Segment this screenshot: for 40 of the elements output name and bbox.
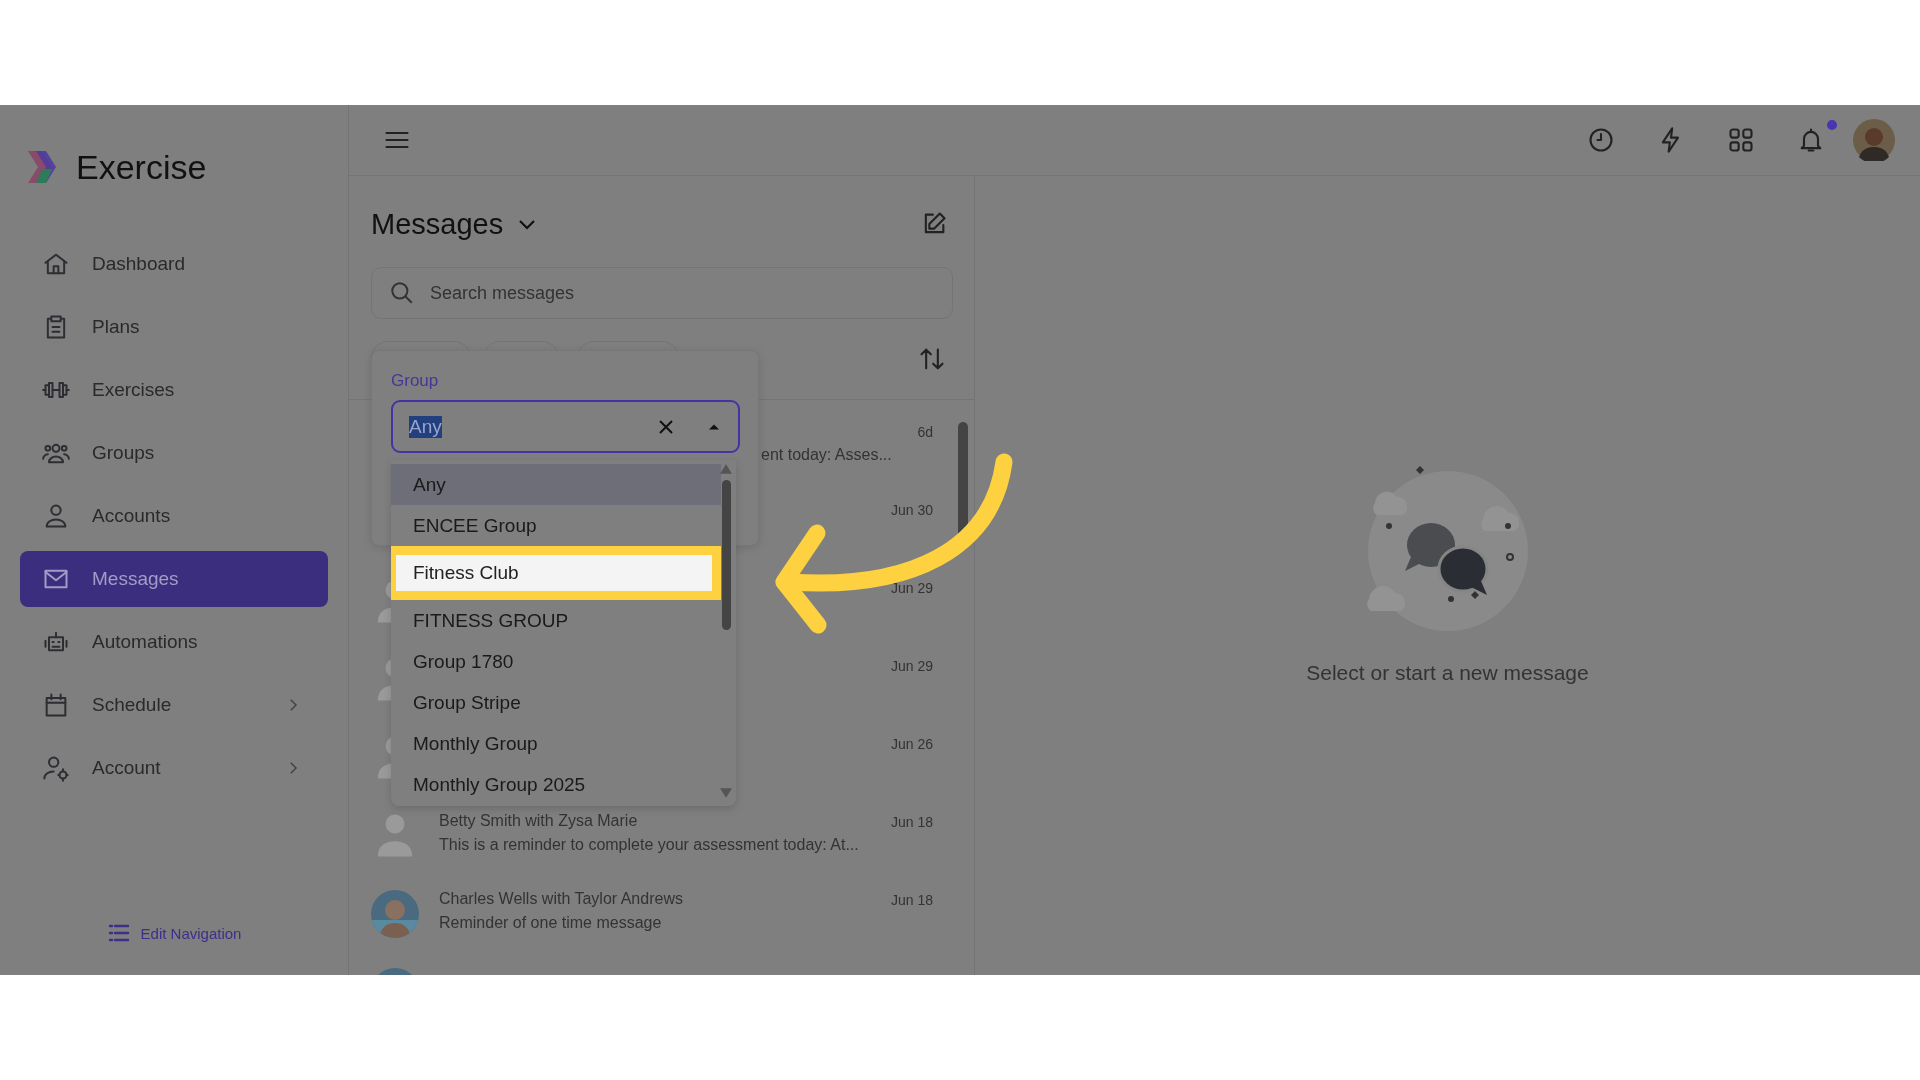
messages-title-dropdown[interactable]: Messages: [371, 207, 540, 241]
search-icon: [389, 280, 415, 306]
nav-item[interactable]: Schedule: [20, 677, 328, 733]
message-date: Jun 30: [890, 501, 933, 520]
search-field[interactable]: Search messages: [371, 267, 953, 319]
edit-navigation-link[interactable]: Edit Navigation: [106, 921, 242, 945]
nav-item[interactable]: Groups: [20, 425, 328, 481]
message-date: Jun 29: [890, 657, 933, 676]
dropdown-option[interactable]: Group 1780: [391, 641, 721, 682]
app-name: Exercise: [76, 147, 207, 187]
grid-icon[interactable]: [1727, 126, 1755, 154]
clock-icon[interactable]: [1587, 126, 1615, 154]
group-select-field[interactable]: Any: [391, 400, 740, 453]
nav-item[interactable]: Account: [20, 740, 328, 796]
message-date: Jun 18: [890, 891, 933, 910]
empty-state-text: Select or start a new message: [1306, 661, 1589, 685]
dropdown-option[interactable]: FITNESS GROUP: [391, 600, 721, 641]
dropdown-option[interactable]: Group Stripe: [391, 682, 721, 723]
message-date: Jun 29: [890, 579, 933, 598]
message-preview: ent today: Asses...: [761, 446, 893, 464]
nav-item[interactable]: Automations: [20, 614, 328, 670]
nav-item[interactable]: Messages: [20, 551, 328, 607]
dropdown-option[interactable]: Any: [391, 464, 721, 505]
nav-item[interactable]: Exercises: [20, 362, 328, 418]
dropdown-option[interactable]: Monthly Group: [391, 723, 721, 764]
dropdown-option[interactable]: Fitness Club: [391, 546, 721, 600]
message-preview: Reminder of one time message: [439, 914, 663, 932]
message-date: Jun 26: [890, 735, 933, 754]
conversation-name[interactable]: Charles Wells with Taylor Andrews: [439, 890, 891, 908]
nav-item[interactable]: Dashboard: [20, 236, 328, 292]
message-date: 6d: [917, 423, 933, 442]
dropdown-option[interactable]: ENCEE Group: [391, 505, 721, 546]
nav-item[interactable]: Accounts: [20, 488, 328, 544]
field-label: Group: [391, 371, 440, 391]
message-date: Jun 18: [890, 813, 933, 832]
user-gear-icon: [42, 754, 70, 782]
nav-item[interactable]: Plans: [20, 299, 328, 355]
message-preview: This is a reminder to complete your assessment today: At...: [439, 836, 860, 854]
conversation-name[interactable]: Betty Smith with Zysa Marie: [439, 812, 891, 830]
dropdown-option[interactable]: Monthly Group 2025: [391, 764, 721, 805]
